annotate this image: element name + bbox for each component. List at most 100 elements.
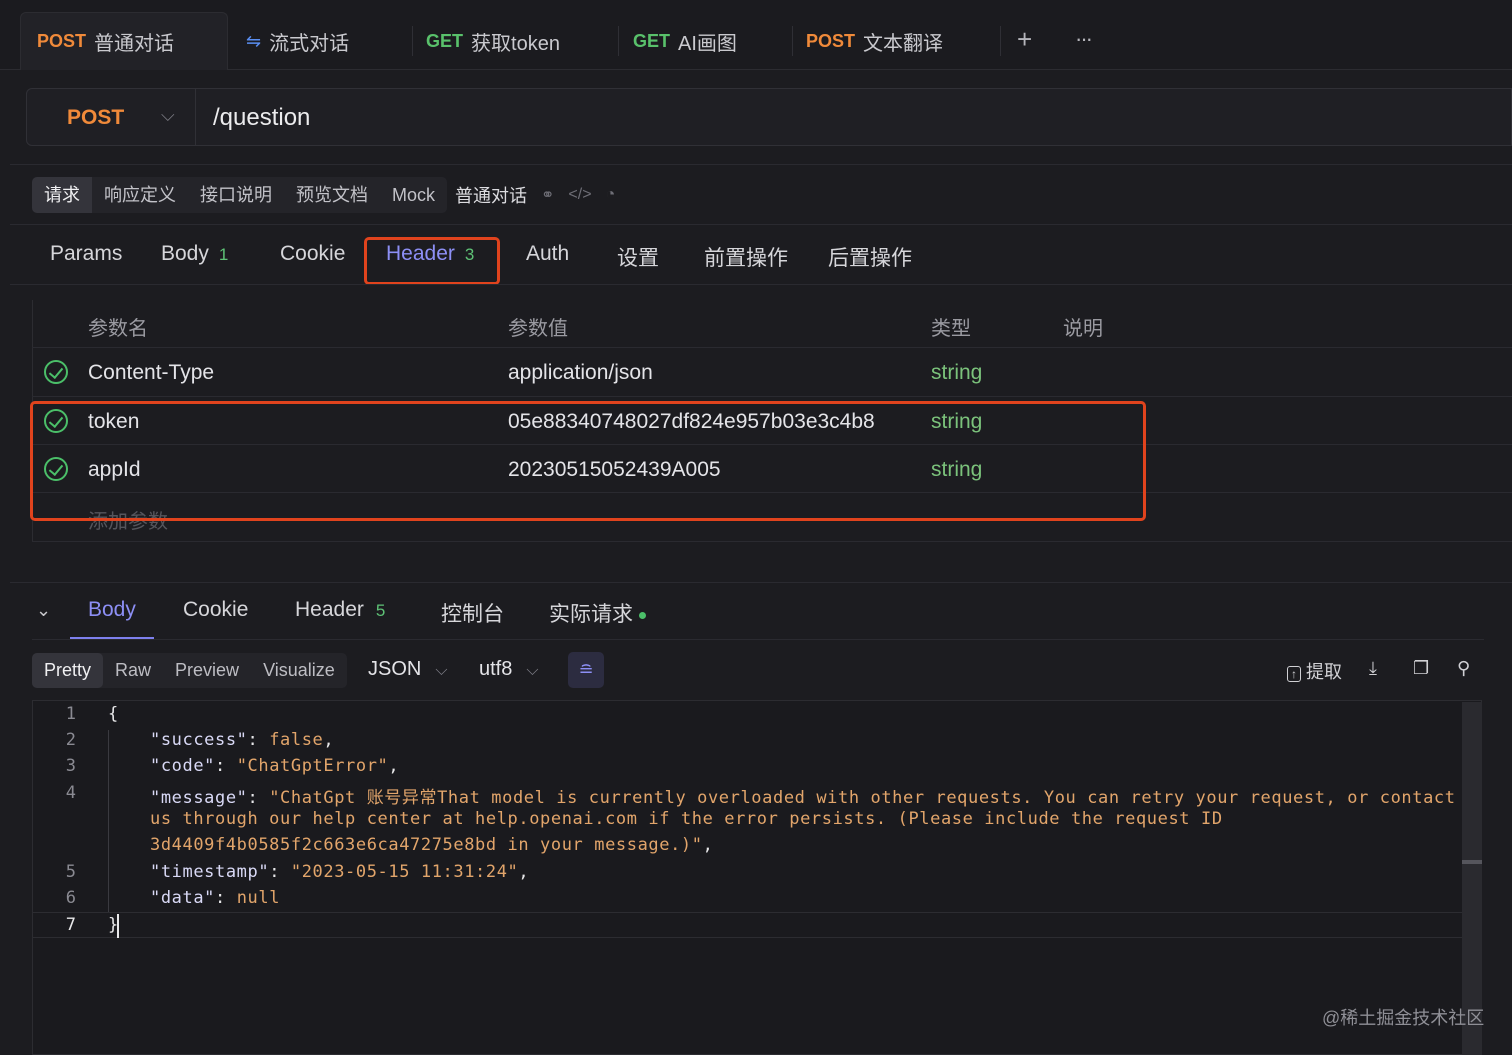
chevron-down-icon: ⌵ (435, 662, 448, 679)
link-icon[interactable]: ⚭ (541, 185, 554, 205)
search-icon[interactable]: ⚲ (1457, 658, 1470, 679)
watermark: @稀土掘金技术社区 (1322, 1008, 1485, 1028)
code-icon[interactable]: </> (568, 186, 591, 204)
method-label: POST (37, 31, 87, 51)
param-value[interactable]: application/json (508, 361, 653, 385)
word-wrap-icon[interactable]: ≘ (568, 652, 604, 688)
line-number: 6 (65, 888, 76, 908)
row-divider (32, 396, 1512, 397)
tab-body[interactable]: Body 1 (161, 242, 228, 266)
code-line-wrapped: us through our help center at help.opena… (150, 809, 1223, 829)
view-visualize-button[interactable]: Visualize (251, 653, 347, 688)
json-key: "message" (150, 788, 248, 808)
json-value: "ChatGptError" (236, 756, 389, 776)
tab-label: AI画图 (678, 32, 737, 55)
line-number: 5 (65, 862, 76, 882)
tab-stream-chat[interactable]: ⇋ 流式对话 (230, 12, 410, 70)
method-label: GET (633, 30, 671, 51)
column-header-description: 说明 (1063, 318, 1103, 340)
tab-pre-operations[interactable]: 前置操作 (704, 242, 788, 272)
chevron-down-icon[interactable]: ⌵ (161, 105, 175, 126)
code-line-wrapped: 3d4409f4b0585f2c663e6ca47275e8bd in your… (150, 835, 714, 855)
divider (32, 639, 1484, 640)
subtab-mock[interactable]: Mock (380, 177, 448, 213)
column-header-type: 类型 (931, 318, 971, 340)
subtab-request[interactable]: 请求 (32, 177, 92, 213)
view-preview-button[interactable]: Preview (163, 653, 251, 688)
line-number: 3 (65, 756, 76, 776)
json-value: "ChatGpt 账号异常That model is currently ove… (269, 788, 1456, 808)
encoding-select[interactable]: utf8 ⌵ (479, 658, 539, 681)
method-select[interactable]: POST (67, 106, 124, 130)
tab-params[interactable]: Params (50, 242, 122, 266)
code-line: { (108, 704, 119, 724)
response-tab-cookie[interactable]: Cookie (183, 598, 248, 622)
line-number: 2 (65, 730, 76, 750)
line-number: 4 (65, 783, 76, 803)
tab-ai-draw[interactable]: GET AI画图 (617, 12, 787, 70)
text-caret (117, 914, 119, 938)
json-value: "2023-05-15 11:31:24" (290, 862, 519, 882)
format-value: JSON (368, 658, 422, 680)
tab-label: Body (88, 598, 136, 621)
row-divider (32, 347, 1512, 348)
response-tab-body[interactable]: Body (88, 598, 136, 622)
url-input[interactable]: /question (213, 104, 310, 132)
stream-icon: ⇋ (246, 30, 262, 51)
scrollbar-thumb[interactable] (1462, 860, 1482, 864)
subtab-api-description[interactable]: 接口说明 (188, 177, 284, 213)
param-type[interactable]: string (931, 361, 982, 385)
scrollbar[interactable] (1462, 702, 1482, 1055)
highlight-box-token-rows (30, 401, 1146, 521)
count-badge: 1 (218, 245, 229, 264)
tab-label: Auth (526, 242, 570, 265)
history-icon[interactable]: ◔ (606, 186, 616, 204)
json-value: false (269, 730, 324, 750)
chevron-down-icon: ⌵ (526, 662, 539, 679)
extract-icon: ↑ (1287, 666, 1301, 682)
tab-label: Body (161, 242, 209, 265)
api-name[interactable]: 普通对话 (455, 182, 527, 208)
tab-label: 实际请求 (549, 603, 633, 626)
tab-label: 前置操作 (704, 247, 788, 270)
tab-label: 后置操作 (828, 247, 912, 270)
chevron-down-icon[interactable]: ⌄ (36, 600, 51, 621)
tab-auth[interactable]: Auth (526, 242, 569, 266)
view-raw-button[interactable]: Raw (103, 653, 163, 688)
tab-normal-chat[interactable]: POST 普通对话 (20, 12, 228, 70)
subtab-preview-doc[interactable]: 预览文档 (284, 177, 380, 213)
json-key: "timestamp" (150, 862, 270, 882)
tab-label: Cookie (280, 242, 346, 265)
enabled-checkbox[interactable] (44, 360, 68, 384)
status-dot (639, 611, 646, 619)
subtab-response-definition[interactable]: 响应定义 (92, 177, 188, 213)
tab-label: Params (50, 242, 123, 265)
download-icon[interactable]: ⤓ (1369, 658, 1377, 679)
divider (10, 164, 1512, 165)
count-badge: 5 (375, 601, 386, 620)
tab-post-operations[interactable]: 后置操作 (828, 242, 912, 272)
row-divider (32, 541, 1512, 542)
format-select[interactable]: JSON ⌵ (368, 658, 447, 681)
extract-button[interactable]: ↑ 提取 (1287, 658, 1342, 684)
tab-get-token[interactable]: GET 获取token (410, 12, 610, 70)
response-tab-console[interactable]: 控制台 (441, 598, 504, 628)
tab-cookie[interactable]: Cookie (280, 242, 345, 266)
divider (10, 224, 1512, 225)
code-line: "message": "ChatGpt 账号异常That model is cu… (150, 788, 1456, 808)
divider (195, 89, 196, 145)
tab-label: 文本翻译 (863, 32, 944, 55)
copy-icon[interactable]: ❐ (1413, 658, 1429, 679)
more-icon[interactable]: ··· (1075, 26, 1093, 52)
divider (10, 582, 1512, 583)
response-tab-header[interactable]: Header 5 (295, 598, 385, 622)
param-name[interactable]: Content-Type (88, 361, 214, 385)
view-mode-segment: Pretty Raw Preview Visualize (32, 653, 347, 688)
tab-label: 获取token (471, 32, 560, 55)
response-tab-actual-request[interactable]: 实际请求 (549, 598, 646, 628)
view-pretty-button[interactable]: Pretty (32, 653, 104, 688)
add-tab-icon[interactable]: + (1017, 24, 1032, 55)
tab-settings[interactable]: 设置 (617, 242, 659, 272)
line-number: 1 (65, 704, 76, 724)
tab-text-translate[interactable]: POST 文本翻译 (790, 12, 1000, 70)
